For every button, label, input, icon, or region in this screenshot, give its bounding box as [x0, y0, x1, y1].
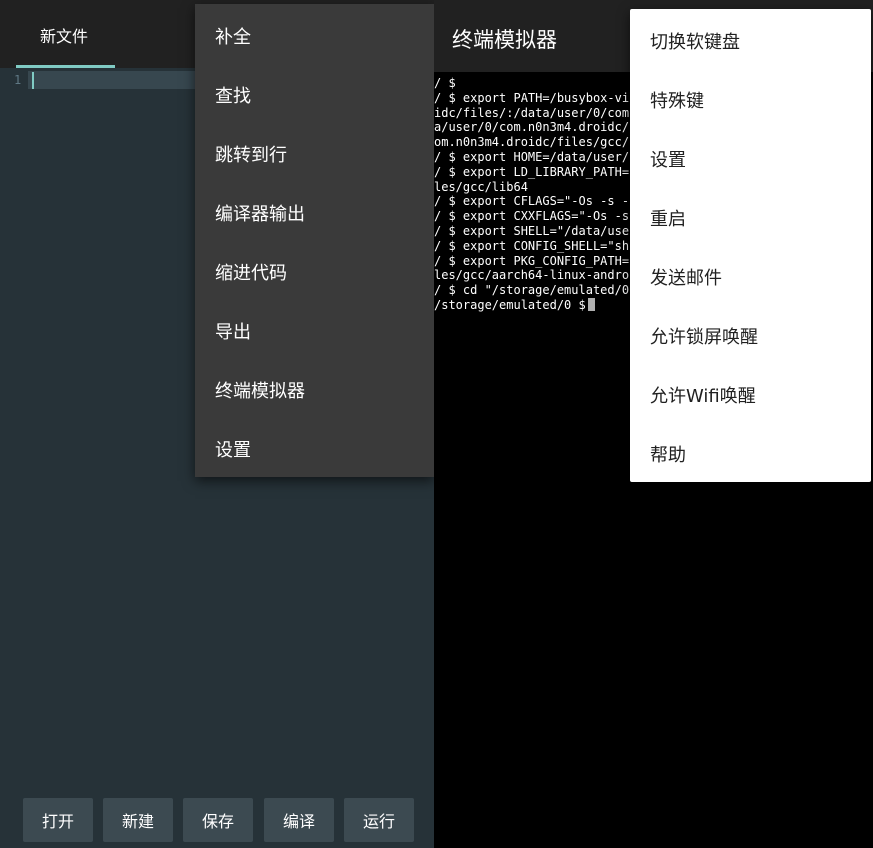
terminal-overflow-menu: 切换软键盘 特殊键 设置 重启 发送邮件 允许锁屏唤醒 允许Wifi唤醒 帮助 [630, 9, 871, 482]
terminal-title: 终端模拟器 [452, 28, 557, 52]
menu-item-terminal-settings[interactable]: 设置 [650, 146, 686, 172]
run-button[interactable]: 运行 [344, 798, 414, 842]
tab-new-file[interactable]: 新文件 [16, 0, 115, 68]
line-number: 1 [14, 73, 22, 87]
menu-item-goto-line[interactable]: 跳转到行 [215, 141, 287, 167]
line-number-gutter [0, 68, 28, 788]
menu-item-help[interactable]: 帮助 [650, 441, 686, 467]
menu-item-restart[interactable]: 重启 [650, 205, 686, 231]
save-button[interactable]: 保存 [183, 798, 253, 842]
editor-overflow-menu: 补全 查找 跳转到行 编译器输出 缩进代码 导出 终端模拟器 设置 [195, 4, 434, 477]
menu-item-wifi-lock[interactable]: 允许Wifi唤醒 [650, 382, 756, 408]
new-button[interactable]: 新建 [103, 798, 173, 842]
tab-label: 新文件 [40, 27, 89, 46]
menu-item-indent-code[interactable]: 缩进代码 [215, 259, 287, 285]
menu-item-autocomplete[interactable]: 补全 [215, 23, 251, 49]
menu-item-toggle-keyboard[interactable]: 切换软键盘 [650, 28, 740, 54]
menu-item-settings[interactable]: 设置 [215, 436, 251, 462]
menu-item-send-email[interactable]: 发送邮件 [650, 264, 722, 290]
open-button[interactable]: 打开 [23, 798, 93, 842]
terminal-cursor [587, 297, 595, 311]
menu-item-special-keys[interactable]: 特殊键 [650, 87, 704, 113]
menu-item-terminal-emulator[interactable]: 终端模拟器 [215, 377, 305, 403]
menu-item-wake-lock[interactable]: 允许锁屏唤醒 [650, 323, 758, 349]
menu-item-compiler-output[interactable]: 编译器输出 [215, 200, 305, 226]
terminal-prompt: /storage/emulated/0 $ [434, 297, 586, 312]
text-caret [32, 72, 34, 89]
menu-item-find[interactable]: 查找 [215, 82, 251, 108]
compile-button[interactable]: 编译 [264, 798, 334, 842]
tab-active-indicator [16, 65, 115, 68]
menu-item-export[interactable]: 导出 [215, 318, 251, 344]
